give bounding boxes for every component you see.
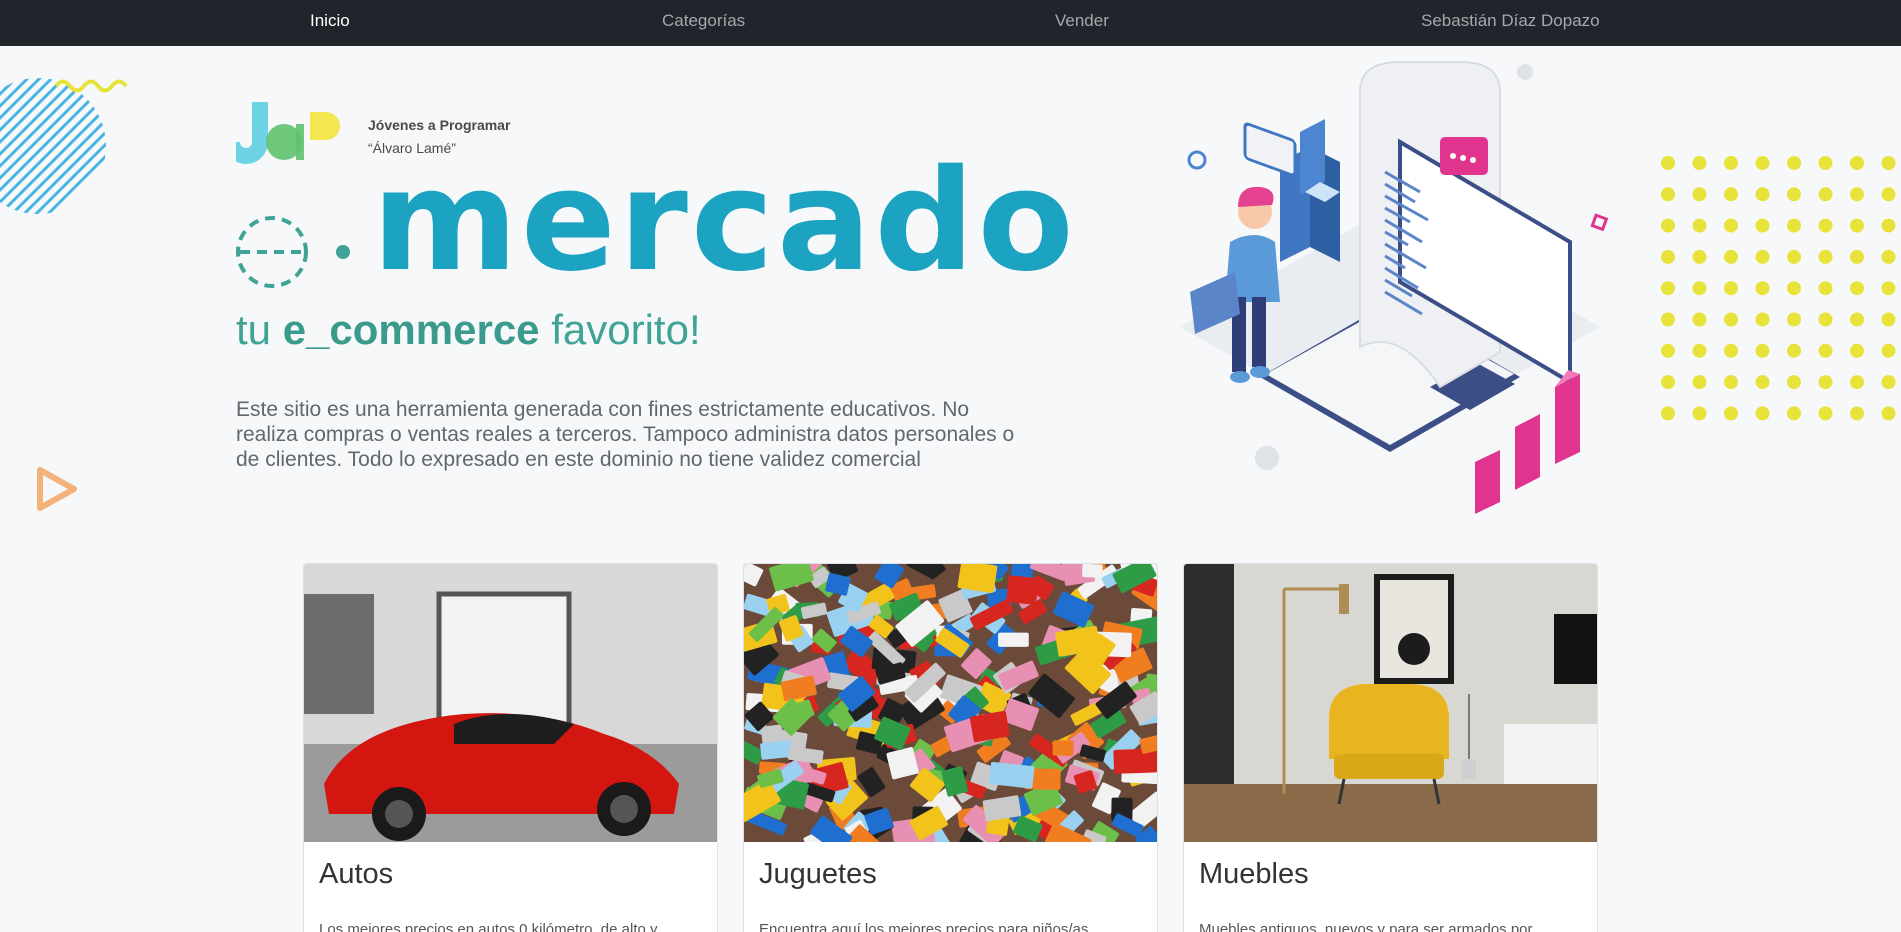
top-navbar: Inicio Categorías Vender Sebastián Díaz … (0, 0, 1901, 46)
emercado-brand: mercado (236, 152, 1074, 300)
category-card-muebles[interactable]: Muebles Muebles antiguos, nuevos y para … (1183, 563, 1598, 932)
card-description: Los mejores precios en autos 0 kilómetro… (319, 921, 658, 932)
nav-inicio[interactable]: Inicio (310, 0, 350, 46)
disclaimer-text: Este sitio es una herramienta generada c… (236, 398, 1015, 471)
card-description: Muebles antiguos, nuevos y para ser arma… (1199, 921, 1533, 932)
nav-categorias[interactable]: Categorías (662, 0, 745, 46)
card-title: Muebles (1199, 858, 1309, 890)
lego-bricks-image (744, 564, 1157, 842)
jap-logo-mark (236, 102, 340, 164)
nav-user-menu[interactable]: Sebastián Díaz Dopazo (1421, 0, 1600, 46)
striped-circle-decoration (0, 78, 128, 214)
category-card-autos[interactable]: Autos Los mejores precios en autos 0 kil… (303, 563, 718, 932)
tagline: tu e_commerce favorito! (236, 306, 701, 354)
developer-illustration (1180, 61, 1609, 514)
card-description: Encuentra aquí los mejores precios para … (759, 921, 1089, 932)
tagline-suffix: favorito! (539, 306, 701, 353)
category-card-juguetes[interactable]: Juguetes Encuentra aquí los mejores prec… (743, 563, 1158, 932)
card-title: Juguetes (759, 858, 877, 890)
tagline-bold: e_commerce (282, 306, 540, 353)
armchair-image (1184, 564, 1597, 842)
car-image (304, 564, 717, 842)
nav-vender[interactable]: Vender (1055, 0, 1109, 46)
triangle-decoration (37, 467, 77, 511)
yellow-dots-decoration (1661, 156, 1896, 421)
dashed-e-icon (236, 216, 350, 288)
logo-line-1: Jóvenes a Programar (368, 117, 511, 133)
tagline-prefix: tu (236, 306, 283, 353)
card-title: Autos (319, 858, 394, 890)
brand-wordmark: mercado (372, 140, 1077, 303)
